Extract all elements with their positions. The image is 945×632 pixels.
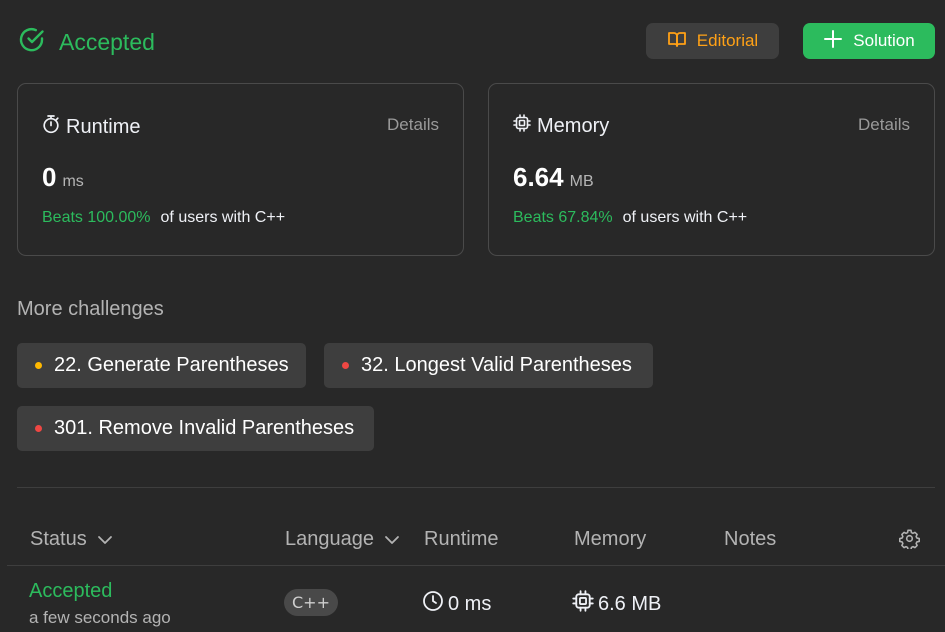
submission-runtime: 0 ms bbox=[422, 590, 491, 618]
memory-beats: Beats 67.84% of users with C++ bbox=[513, 209, 747, 227]
challenge-label: 301. Remove Invalid Parentheses bbox=[54, 417, 355, 439]
stopwatch-icon bbox=[42, 114, 60, 140]
runtime-value: 0 ms bbox=[42, 162, 84, 193]
accepted-header: Accepted bbox=[18, 27, 155, 57]
challenge-chip[interactable]: 301. Remove Invalid Parentheses bbox=[17, 406, 374, 451]
plus-icon bbox=[823, 29, 843, 54]
clock-icon bbox=[422, 590, 444, 618]
runtime-card-header: Runtime bbox=[42, 114, 140, 140]
page-title: Accepted bbox=[59, 28, 155, 55]
book-open-icon bbox=[667, 30, 687, 53]
runtime-beats-percent: Beats 100.00% bbox=[42, 209, 151, 226]
chip-icon bbox=[513, 114, 531, 138]
solution-label: Solution bbox=[853, 31, 915, 50]
submission-runtime-value: 0 ms bbox=[448, 592, 492, 615]
chevron-down-icon bbox=[384, 528, 400, 551]
memory-card: Memory Details 6.64 MB Beats 67.84% of u… bbox=[488, 83, 935, 256]
memory-beats-suffix: of users with C++ bbox=[622, 209, 748, 226]
difficulty-hard-dot bbox=[342, 362, 349, 369]
more-challenges-title: More challenges bbox=[17, 298, 164, 320]
difficulty-hard-dot bbox=[35, 425, 42, 432]
challenge-label: 22. Generate Parentheses bbox=[54, 354, 289, 376]
challenge-chip[interactable]: 22. Generate Parentheses bbox=[17, 343, 306, 388]
column-header-language[interactable]: Language bbox=[285, 528, 400, 551]
column-header-runtime: Runtime bbox=[424, 528, 499, 550]
solution-button[interactable]: Solution bbox=[803, 23, 935, 59]
runtime-card-title: Runtime bbox=[66, 115, 141, 138]
editorial-button[interactable]: Editorial bbox=[646, 23, 779, 59]
challenge-label: 32. Longest Valid Parentheses bbox=[361, 354, 632, 376]
chevron-down-icon bbox=[97, 528, 113, 551]
column-header-memory: Memory bbox=[574, 528, 647, 550]
runtime-details-link[interactable]: Details bbox=[387, 115, 439, 135]
memory-card-title: Memory bbox=[537, 114, 610, 137]
submission-memory-value: 6.6 MB bbox=[598, 592, 662, 615]
memory-unit: MB bbox=[569, 173, 594, 190]
column-header-status[interactable]: Status bbox=[30, 528, 113, 551]
difficulty-medium-dot bbox=[35, 362, 42, 369]
editorial-label: Editorial bbox=[696, 31, 759, 50]
chip-icon bbox=[572, 590, 594, 618]
memory-value: 6.64 MB bbox=[513, 162, 594, 193]
gear-icon bbox=[899, 528, 920, 555]
submission-memory: 6.6 MB bbox=[572, 590, 661, 618]
runtime-number: 0 bbox=[42, 162, 57, 192]
language-badge: C++ bbox=[284, 589, 338, 616]
challenge-chip[interactable]: 32. Longest Valid Parentheses bbox=[324, 343, 653, 388]
runtime-card: Runtime Details 0 ms Beats 100.00% of us… bbox=[17, 83, 464, 256]
runtime-beats: Beats 100.00% of users with C++ bbox=[42, 209, 285, 227]
memory-details-link[interactable]: Details bbox=[858, 115, 910, 135]
table-header-separator bbox=[7, 565, 945, 566]
status-header-label: Status bbox=[30, 528, 87, 550]
memory-number: 6.64 bbox=[513, 162, 564, 192]
column-header-notes: Notes bbox=[724, 528, 777, 550]
section-divider bbox=[17, 487, 935, 488]
language-header-label: Language bbox=[285, 528, 374, 550]
check-circle-icon bbox=[18, 26, 46, 59]
memory-card-header: Memory bbox=[513, 114, 609, 138]
memory-beats-percent: Beats 67.84% bbox=[513, 209, 613, 226]
table-settings-button[interactable] bbox=[899, 528, 920, 555]
runtime-unit: ms bbox=[62, 173, 84, 190]
submission-status-link[interactable]: Accepted bbox=[29, 580, 112, 603]
submission-time: a few seconds ago bbox=[29, 608, 171, 627]
runtime-beats-suffix: of users with C++ bbox=[160, 209, 286, 226]
